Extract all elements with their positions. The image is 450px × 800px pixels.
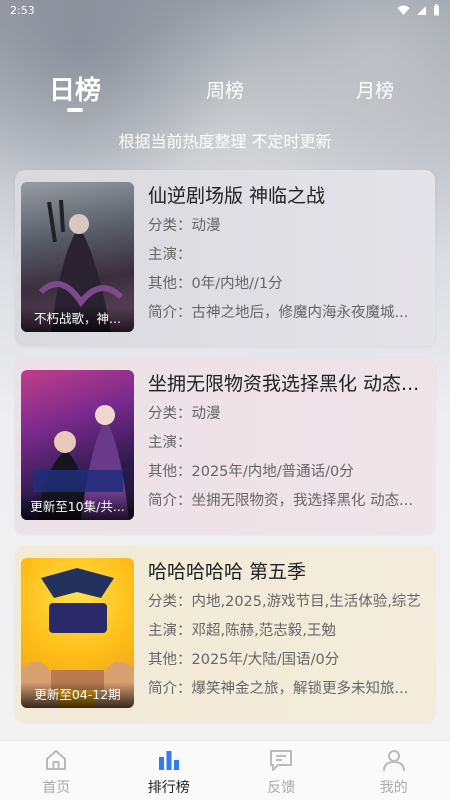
tabbar-feedback[interactable]: 反馈 (225, 741, 338, 800)
item-category: 分类：动漫 (148, 406, 221, 422)
signal-icon (417, 5, 426, 15)
item-info: 仙逆剧场版 神临之战 分类：动漫 主演： 其他：0年/内地//1分 简介：古神之… (148, 182, 428, 328)
tabbar-profile[interactable]: 我的 (338, 741, 450, 800)
item-info: 哈哈哈哈哈 第五季 分类：内地,2025,游戏节目,生活体验,综艺 主演：邓超,… (148, 558, 428, 704)
item-other: 其他：0年/内地//1分 (148, 276, 283, 292)
home-icon (46, 750, 67, 770)
tabbar-feedback-label: 反馈 (267, 780, 296, 796)
ranking-subtitle: 根据当前热度整理 不定时更新 (118, 132, 332, 151)
status-time: 2:53 (10, 3, 35, 17)
ranking-list: 不朽战歌，神... 仙逆剧场版 神临之战 分类：动漫 主演： 其他：0年/内地/… (15, 170, 435, 734)
list-item[interactable]: 更新至04-12期 哈哈哈哈哈 第五季 分类：内地,2025,游戏节目,生活体验… (15, 546, 435, 722)
item-title: 坐拥无限物资我选择黑化 动态... (148, 373, 420, 395)
item-summary: 简介：爆笑神金之旅，解锁更多未知旅... (148, 681, 409, 697)
profile-icon (382, 750, 405, 772)
poster-caption: 更新至10集/共... (21, 494, 134, 520)
poster-caption: 不朽战歌，神... (21, 306, 134, 332)
tab-weekly[interactable]: 周榜 (175, 76, 275, 103)
item-cast: 主演： (148, 247, 192, 263)
tab-monthly[interactable]: 月榜 (325, 76, 425, 103)
item-other: 其他：2025年/大陆/国语/0分 (148, 652, 340, 668)
tab-daily[interactable]: 日榜 (25, 70, 125, 107)
item-title: 仙逆剧场版 神临之战 (148, 185, 326, 207)
tab-active-indicator (67, 108, 83, 112)
list-item[interactable]: 不朽战歌，神... 仙逆剧场版 神临之战 分类：动漫 主演： 其他：0年/内地/… (15, 170, 435, 346)
tabbar-ranking-label: 排行榜 (147, 780, 190, 796)
item-summary: 简介：古神之地后，修魔内海永夜魔城... (148, 305, 409, 321)
tabbar-home[interactable]: 首页 (0, 741, 113, 800)
status-bar: 2:53 (0, 0, 450, 20)
item-info: 坐拥无限物资我选择黑化 动态... 分类：动漫 主演： 其他：2025年/内地/… (148, 370, 428, 516)
poster-caption: 更新至04-12期 (21, 682, 134, 708)
item-summary: 简介：坐拥无限物资，我选择黑化 动态... (148, 493, 413, 509)
ranking-icon (158, 751, 179, 770)
list-item[interactable]: 更新至10集/共... 坐拥无限物资我选择黑化 动态... 分类：动漫 主演： … (15, 358, 435, 534)
tabbar-profile-label: 我的 (379, 780, 408, 796)
poster-image: 更新至10集/共... (21, 370, 134, 520)
item-category: 分类：内地,2025,游戏节目,生活体验,综艺 (148, 594, 421, 610)
battery-icon (434, 4, 439, 16)
item-other: 其他：2025年/内地/普通话/0分 (148, 464, 354, 480)
tabbar-home-label: 首页 (42, 780, 71, 796)
ranking-tabs: 日榜 周榜 月榜 (0, 70, 450, 120)
bottom-tab-bar: 首页 排行榜 反馈 我的 (0, 740, 450, 800)
item-cast: 主演： (148, 435, 192, 451)
item-title: 哈哈哈哈哈 第五季 (148, 561, 307, 583)
poster-image: 更新至04-12期 (21, 558, 134, 708)
wifi-icon (397, 5, 410, 15)
poster-image: 不朽战歌，神... (21, 182, 134, 332)
tabbar-ranking[interactable]: 排行榜 (113, 741, 226, 800)
item-cast: 主演：邓超,陈赫,范志毅,王勉 (148, 623, 336, 639)
item-category: 分类：动漫 (148, 218, 221, 234)
status-icons (397, 4, 440, 16)
feedback-icon (270, 750, 293, 771)
